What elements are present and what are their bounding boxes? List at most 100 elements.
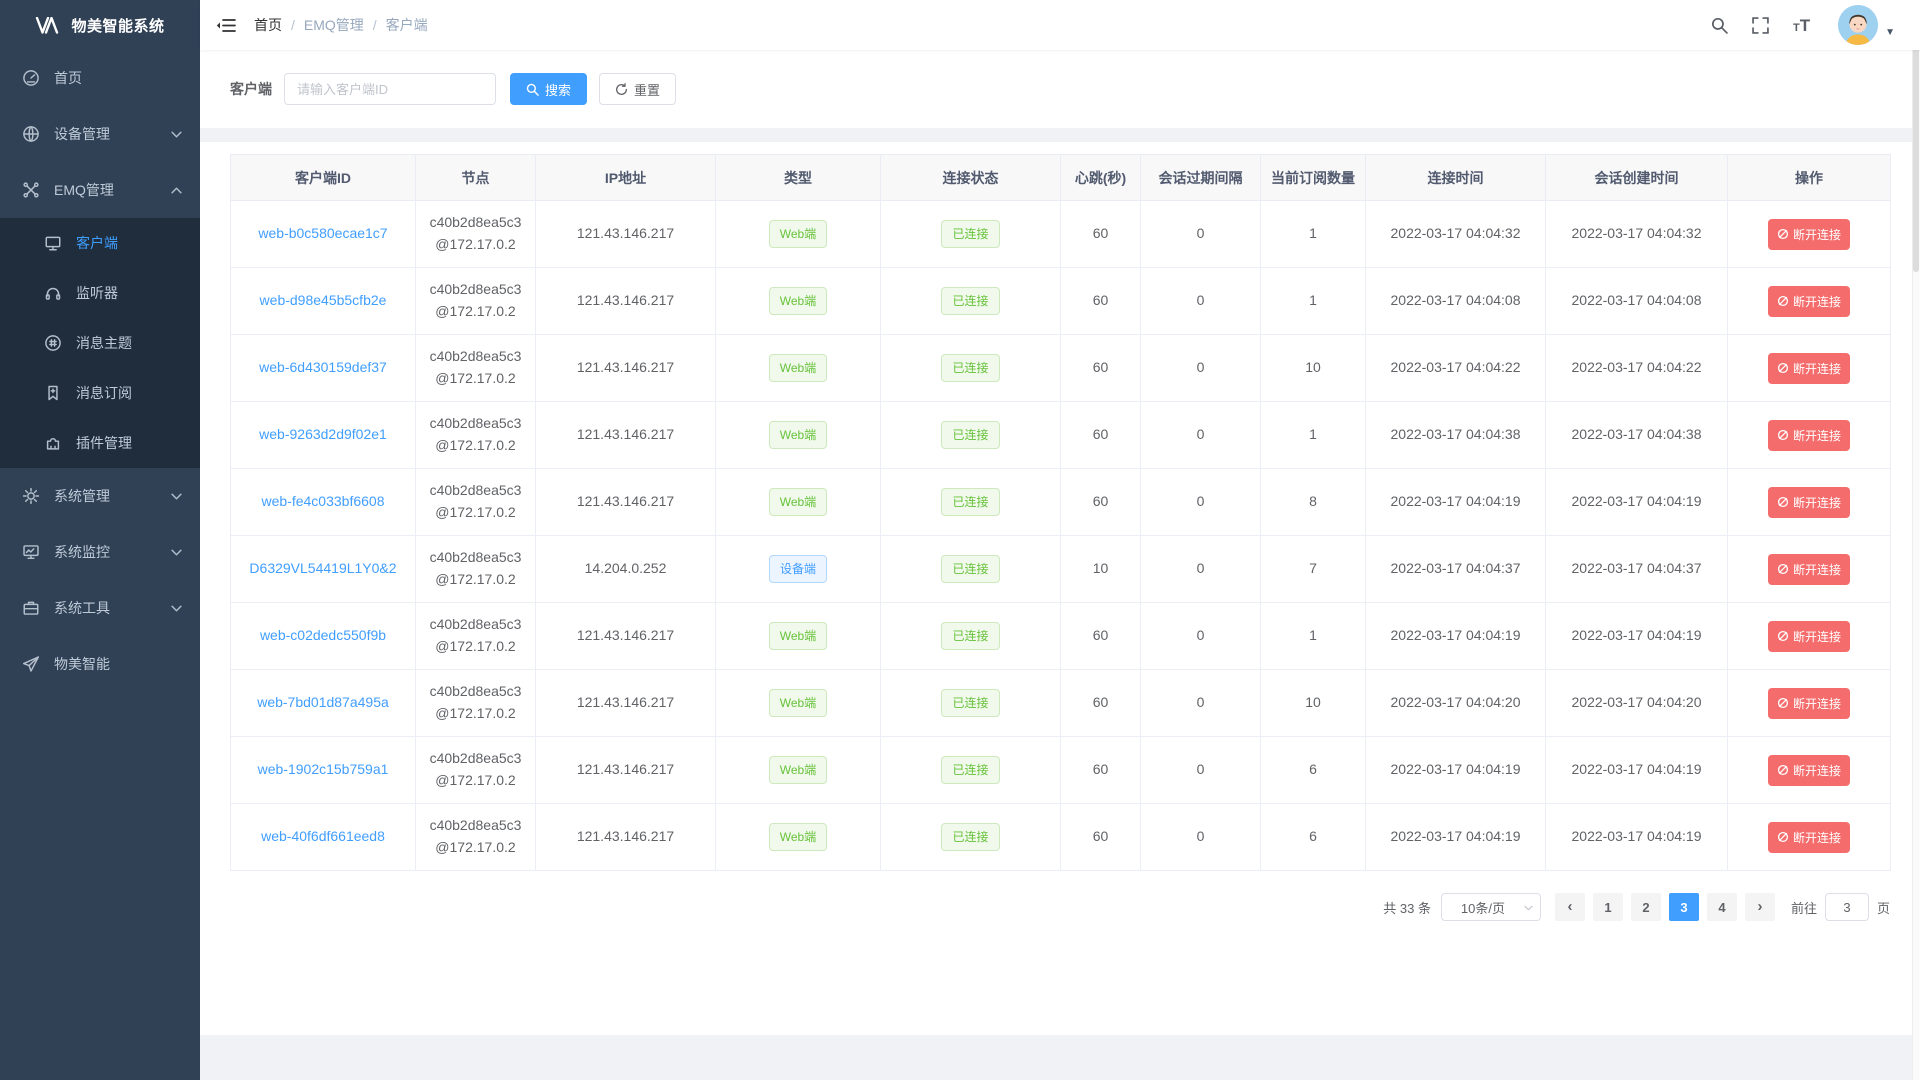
created-at-cell: 2022-03-17 04:04:38 (1546, 402, 1728, 469)
subscriptions-cell: 7 (1261, 536, 1366, 603)
sidebar-item-system-tools[interactable]: 系统工具 (0, 580, 200, 636)
column-header: 类型 (716, 155, 881, 201)
app-logo[interactable]: 物美智能系统 (0, 0, 200, 50)
next-page-button[interactable]: › (1745, 893, 1775, 921)
breadcrumb-separator: / (373, 17, 377, 33)
node-host: @172.17.0.2 (416, 301, 535, 323)
sidebar-item-label: 物美智能 (54, 654, 110, 674)
node-host: @172.17.0.2 (416, 234, 535, 256)
status-cell: 已连接 (881, 603, 1061, 670)
session-expiry-cell: 0 (1141, 201, 1261, 268)
search-button-label: 搜索 (545, 80, 571, 99)
client-id-input[interactable] (284, 73, 496, 105)
prev-page-button[interactable]: ‹ (1555, 893, 1585, 921)
sidebar-item-message-subscriptions[interactable]: 消息订阅 (0, 368, 200, 418)
disconnect-button[interactable]: 断开连接 (1768, 487, 1850, 518)
sidebar-item-listeners[interactable]: 监听器 (0, 268, 200, 318)
created-at-cell: 2022-03-17 04:04:19 (1546, 804, 1728, 871)
heartbeat-cell: 60 (1061, 670, 1141, 737)
disconnect-button[interactable]: 断开连接 (1768, 420, 1850, 451)
page-button-4[interactable]: 4 (1707, 893, 1737, 921)
sidebar-submenu: 客户端监听器消息主题消息订阅插件管理 (0, 218, 200, 468)
search-icon[interactable] (1711, 17, 1728, 34)
caret-down-icon: ▼ (1885, 27, 1895, 38)
node-name: c40b2d8ea5c3 (416, 748, 535, 770)
search-button[interactable]: 搜索 (510, 73, 587, 105)
column-header: 节点 (416, 155, 536, 201)
ip-cell: 121.43.146.217 (536, 737, 716, 804)
breadcrumb-item[interactable]: 首页 (254, 15, 282, 35)
page-button-3[interactable]: 3 (1669, 893, 1699, 921)
disconnect-button-label: 断开连接 (1793, 226, 1841, 243)
status-badge: 已连接 (941, 689, 999, 717)
client-id-link[interactable]: web-7bd01d87a495a (257, 694, 389, 710)
sidebar-item-device-management[interactable]: 设备管理 (0, 106, 200, 162)
column-header: 当前订阅数量 (1261, 155, 1366, 201)
reset-button[interactable]: 重置 (599, 73, 676, 105)
client-id-cell: web-fe4c033bf6608 (231, 469, 416, 536)
collapse-sidebar-icon[interactable] (216, 18, 236, 33)
client-id-link[interactable]: web-d98e45b5cfb2e (260, 292, 387, 308)
fullscreen-icon[interactable] (1752, 17, 1769, 34)
type-badge: Web端 (769, 287, 827, 315)
client-id-link[interactable]: web-6d430159def37 (259, 359, 387, 375)
client-id-link[interactable]: web-40f6df661eed8 (261, 828, 385, 844)
disconnect-button[interactable]: 断开连接 (1768, 755, 1850, 786)
client-id-link[interactable]: web-fe4c033bf6608 (262, 493, 385, 509)
sidebar-item-wumei-smart[interactable]: 物美智能 (0, 636, 200, 692)
page-button-1[interactable]: 1 (1593, 893, 1623, 921)
font-size-icon[interactable]: TT (1793, 17, 1810, 34)
goto-page-input[interactable] (1825, 893, 1869, 921)
table-row: D6329VL54419L1Y0&2c40b2d8ea5c3@172.17.0.… (231, 536, 1891, 603)
ip-cell: 14.204.0.252 (536, 536, 716, 603)
client-id-link[interactable]: web-b0c580ecae1c7 (258, 225, 387, 241)
pager: ‹ 1234 › (1555, 893, 1775, 921)
type-badge: 设备端 (769, 555, 827, 583)
sidebar-item-plugin-management[interactable]: 插件管理 (0, 418, 200, 468)
page-size-select[interactable]: 10条/页 (1441, 893, 1541, 921)
disconnect-button[interactable]: 断开连接 (1768, 554, 1850, 585)
connected-at-cell: 2022-03-17 04:04:19 (1366, 804, 1546, 871)
status-badge: 已连接 (941, 756, 999, 784)
goto-label: 前往 (1791, 898, 1817, 917)
sidebar-item-label: 消息主题 (76, 333, 132, 353)
type-cell: Web端 (716, 469, 881, 536)
client-id-link[interactable]: web-9263d2d9f02e1 (259, 426, 387, 442)
sidebar-item-system-management[interactable]: 系统管理 (0, 468, 200, 524)
broken-link-icon (1777, 697, 1789, 709)
avatar[interactable] (1838, 5, 1878, 45)
sidebar-item-label: 系统监控 (54, 542, 110, 562)
broken-link-icon (1777, 496, 1789, 508)
node-name: c40b2d8ea5c3 (416, 346, 535, 368)
disconnect-button[interactable]: 断开连接 (1768, 286, 1850, 317)
disconnect-button[interactable]: 断开连接 (1768, 688, 1850, 719)
disconnect-button[interactable]: 断开连接 (1768, 353, 1850, 384)
type-cell: 设备端 (716, 536, 881, 603)
sidebar-item-label: 监听器 (76, 283, 118, 303)
sidebar-item-message-topics[interactable]: 消息主题 (0, 318, 200, 368)
sidebar-item-system-monitoring[interactable]: 系统监控 (0, 524, 200, 580)
disconnect-button[interactable]: 断开连接 (1768, 219, 1850, 250)
sidebar-item-clients[interactable]: 客户端 (0, 218, 200, 268)
ip-cell: 121.43.146.217 (536, 670, 716, 737)
node-cell: c40b2d8ea5c3@172.17.0.2 (416, 335, 536, 402)
client-id-link[interactable]: D6329VL54419L1Y0&2 (249, 560, 396, 576)
ip-cell: 121.43.146.217 (536, 268, 716, 335)
sidebar-item-emq-management[interactable]: EMQ管理 (0, 162, 200, 218)
chevron-down-icon (171, 549, 182, 556)
disconnect-button[interactable]: 断开连接 (1768, 822, 1850, 853)
search-icon (526, 83, 539, 96)
page-size-value: 10条/页 (1461, 898, 1505, 917)
client-id-link[interactable]: web-c02dedc550f9b (260, 627, 386, 643)
node-name: c40b2d8ea5c3 (416, 614, 535, 636)
client-id-cell: web-40f6df661eed8 (231, 804, 416, 871)
created-at-cell: 2022-03-17 04:04:22 (1546, 335, 1728, 402)
sidebar-item-home[interactable]: 首页 (0, 50, 200, 106)
page-scrollbar[interactable] (1912, 0, 1920, 1080)
sidebar-menu: 首页设备管理EMQ管理客户端监听器消息主题消息订阅插件管理系统管理系统监控系统工… (0, 50, 200, 692)
page-button-2[interactable]: 2 (1631, 893, 1661, 921)
disconnect-button[interactable]: 断开连接 (1768, 621, 1850, 652)
client-id-link[interactable]: web-1902c15b759a1 (258, 761, 389, 777)
user-menu[interactable]: ▼ (1838, 5, 1895, 45)
action-cell: 断开连接 (1728, 268, 1891, 335)
